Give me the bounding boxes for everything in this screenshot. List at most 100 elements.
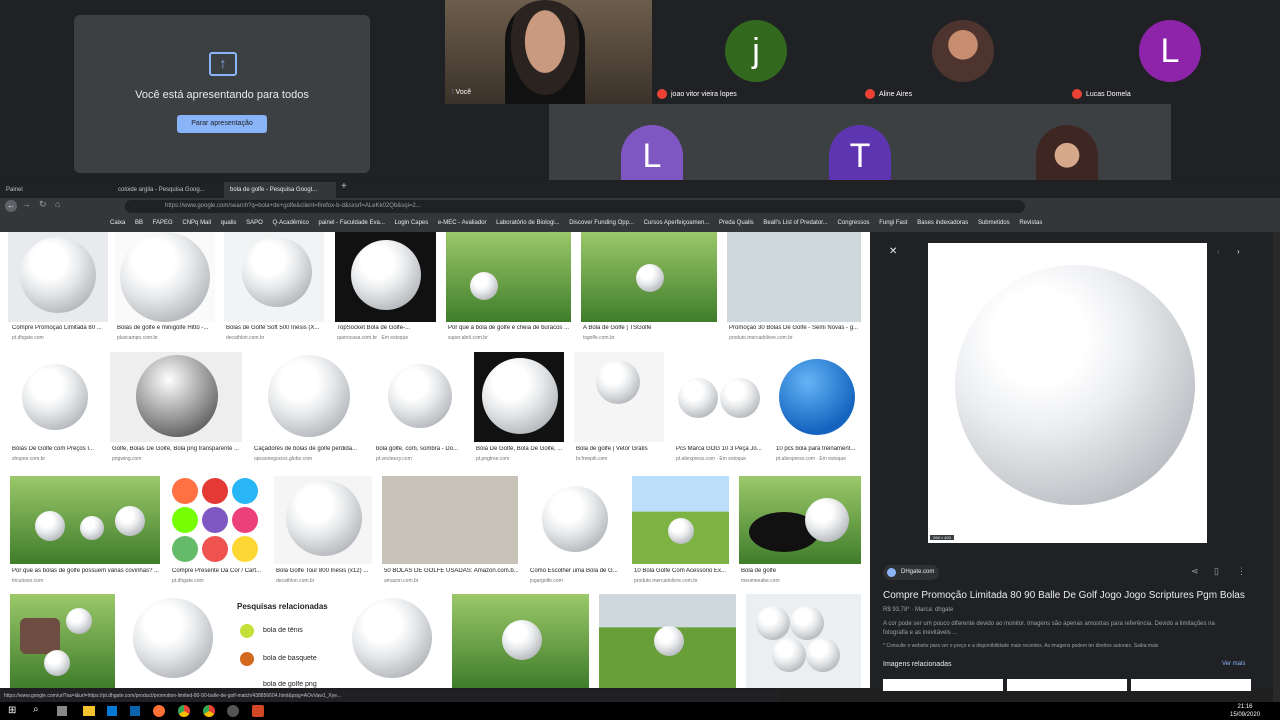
related-image[interactable] [883,679,1003,691]
bookmark-icon[interactable]: ▯ [1214,566,1219,577]
tab-golf[interactable]: bola de golfe - Pesquisa Googl... [224,182,336,198]
close-icon[interactable]: ✕ [889,246,897,257]
search-icon[interactable]: ⌕ [33,704,39,715]
bookmark-item[interactable]: Cursos Aperfeiçoamen... [644,215,710,232]
outlook-icon[interactable] [130,706,140,716]
result-thumb[interactable] [599,594,736,688]
result-caption[interactable]: Bolas de golfe e minigolfe Hitto -... [117,325,215,331]
result-thumb[interactable] [110,352,242,442]
result-caption[interactable]: Pcs Marca GOG 10 3 Peça Jo... [676,446,764,452]
bookmark-item[interactable]: e-MEC - Avaliador [438,215,487,232]
see-more-link[interactable]: Ver mais [1222,661,1245,667]
home-icon[interactable]: ⌂ [55,199,60,209]
result-thumb[interactable] [123,594,220,688]
result-thumb[interactable] [746,594,861,688]
result-caption[interactable]: Caçadores de bolas de golfe perdida... [254,446,364,452]
reload-icon[interactable]: ↻ [39,199,47,210]
bookmark-item[interactable]: Discover Funding Opp... [569,215,634,232]
result-thumb[interactable] [581,232,717,322]
result-caption[interactable]: Compre Promoção Limitada 80 ... [12,325,108,331]
bookmark-item[interactable]: Submetidos [978,215,1010,232]
result-thumb[interactable] [452,594,589,688]
result-caption[interactable]: 10 Bola Golfe Com Acessório Ex... [634,568,729,574]
chrome-icon[interactable] [203,705,215,717]
result-caption[interactable]: Bola Golfe Tour 800 Inesis (x12) ... [276,568,372,574]
result-thumb[interactable] [115,232,215,322]
related-item[interactable]: bola de tênis [263,627,303,634]
result-thumb[interactable] [382,476,518,564]
more-icon[interactable]: ⋮ [1237,566,1246,577]
bookmark-item[interactable]: painel - Faculdade Eva... [319,215,385,232]
bookmark-item[interactable]: Bases indexadoras [917,215,968,232]
result-caption[interactable]: Bola de golfe [741,568,861,574]
preview-title[interactable]: Compre Promoção Limitada 80 90 Balle De … [883,590,1253,601]
result-thumb[interactable] [446,232,571,322]
bookmark-item[interactable]: BB [135,215,143,232]
bookmark-item[interactable]: Fungi Fast [879,215,907,232]
chrome-icon[interactable] [178,705,190,717]
address-bar[interactable]: https://www.google.com/search?q=bola+de+… [125,200,1025,213]
app-icon[interactable] [227,705,239,717]
result-caption[interactable]: 50 BOLAS DE GOLFE USADAS: Amazon.com.b..… [384,568,518,574]
result-thumb[interactable] [528,476,622,564]
result-thumb[interactable] [224,232,324,322]
tab-painel[interactable]: Painel [0,182,110,198]
file-explorer-icon[interactable] [83,706,95,716]
bookmark-item[interactable]: Q-Acadêmico [272,215,308,232]
task-view-icon[interactable] [57,706,67,716]
result-caption[interactable]: 10 pcs bola para treinament... [776,446,861,452]
result-caption[interactable]: Por que a bola de golfe é cheia de burac… [448,325,571,331]
result-thumb[interactable] [340,594,442,688]
scrollbar[interactable] [1273,232,1280,702]
result-caption[interactable]: Compre Presente Da Cor / Cart... [172,568,264,574]
bookmark-item[interactable]: Preda Qualis [719,215,754,232]
result-thumb[interactable] [10,594,115,688]
bookmark-item[interactable]: Laboratório de Biologi... [496,215,559,232]
result-thumb[interactable] [10,352,100,442]
prev-icon[interactable]: ‹ [1217,247,1220,256]
bookmark-item[interactable]: Revistas [1019,215,1042,232]
result-thumb[interactable] [374,352,464,442]
related-item[interactable]: bola de basquete [263,655,317,662]
back-icon[interactable]: ← [5,200,17,212]
result-thumb[interactable] [474,352,564,442]
result-thumb[interactable] [170,476,264,564]
result-caption[interactable]: bola golfe, com, sombra - Do... [376,446,464,452]
bookmark-item[interactable]: SAPO [246,215,263,232]
tab-coloide[interactable]: coloide argila - Pesquisa Goog... [112,182,222,198]
related-image[interactable] [1007,679,1127,691]
powerpoint-icon[interactable] [252,705,264,717]
result-thumb[interactable] [8,232,108,322]
result-thumb[interactable] [632,476,729,564]
share-icon[interactable]: ⋖ [1191,566,1199,577]
firefox-icon[interactable] [153,705,165,717]
result-thumb[interactable] [727,232,861,322]
bookmark-item[interactable]: qualis [221,215,237,232]
result-caption[interactable]: Bolas de Golfe Soft 500 Inesis (X... [226,325,324,331]
bookmark-item[interactable]: Congressos [838,215,870,232]
related-image[interactable] [1131,679,1251,691]
clock[interactable]: 21:16 15/09/2020 [1230,703,1260,719]
bookmark-item[interactable]: FAPEG [153,215,173,232]
result-caption[interactable]: Bola De Golfe, Bola De Golfe, ... [476,446,564,452]
result-caption[interactable]: TopSocket Bola de Golfe-... [337,325,436,331]
result-caption[interactable]: Promoção 30 Bolas De Golfe - Semi Novas … [729,325,861,331]
result-thumb[interactable] [252,352,364,442]
bookmark-item[interactable]: Login Capes [395,215,429,232]
forward-icon[interactable]: → [22,199,31,209]
stop-presenting-button[interactable]: Parar apresentação [177,115,267,133]
result-caption[interactable]: Bola de golfe | Vetor Grátis [576,446,664,452]
windows-start-icon[interactable]: ⊞ [8,705,16,716]
mail-icon[interactable] [107,706,117,716]
result-thumb[interactable] [774,352,861,442]
result-thumb[interactable] [739,476,861,564]
related-item[interactable]: bola de golfe png [263,681,317,688]
result-thumb[interactable] [274,476,372,564]
result-caption[interactable]: Como Escolher uma Bola de G... [530,568,622,574]
result-caption[interactable]: Por que as bolas de golfe possuem várias… [12,568,160,574]
result-caption[interactable]: Golfe, Bolas De Golfe, Bola png transpar… [112,446,242,452]
result-thumb[interactable] [10,476,160,564]
new-tab-button[interactable]: + [341,181,347,192]
bookmark-item[interactable]: Caixa [110,215,125,232]
result-thumb[interactable] [574,352,664,442]
